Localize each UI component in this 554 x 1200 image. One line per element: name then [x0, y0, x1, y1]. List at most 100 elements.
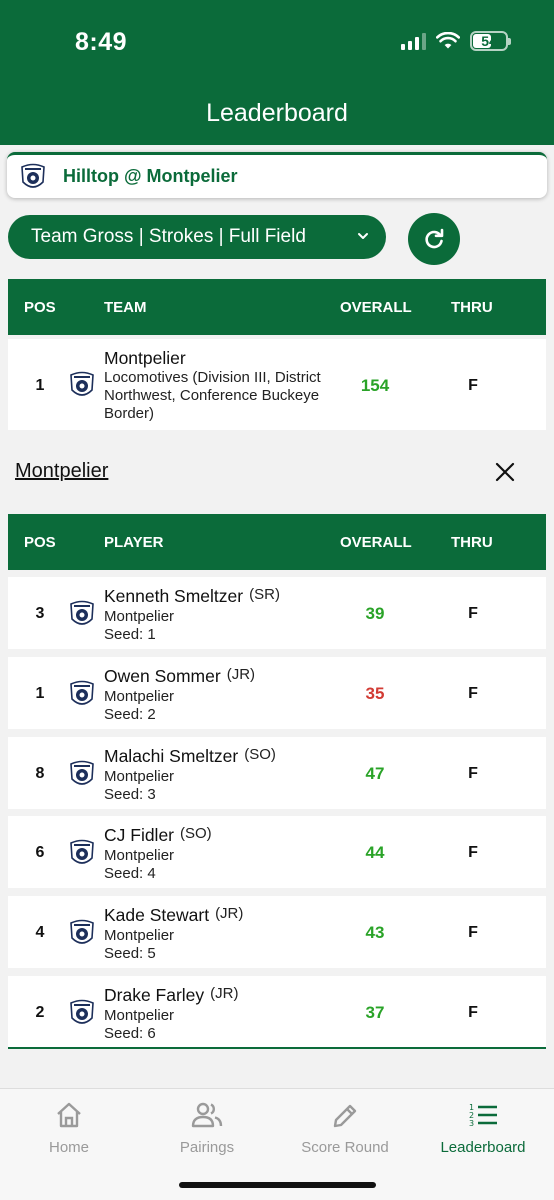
player-year: (SR)	[249, 586, 280, 603]
chevron-down-icon	[358, 233, 368, 239]
pencil-icon	[333, 1104, 357, 1128]
team-logo-icon	[70, 680, 94, 705]
match-card[interactable]: Hilltop @ Montpelier	[7, 152, 547, 198]
player-position: 8	[35, 765, 45, 782]
tab-label: Pairings	[179, 1139, 235, 1156]
player-info: Kenneth Smeltzer (SR) Montpelier Seed: 1	[104, 586, 344, 644]
player-year: (JR)	[226, 666, 256, 683]
player-seed: Seed: 4	[104, 865, 156, 882]
player-thru: F	[468, 765, 478, 782]
cellular-signal-icon	[401, 32, 426, 50]
team-logo-icon	[70, 600, 94, 625]
team-logo-icon	[70, 999, 94, 1024]
team-table-header: POS TEAM OVERALL THRU	[8, 279, 546, 335]
player-overall-score: 47	[365, 764, 385, 783]
player-name: Kenneth Smeltzer	[104, 586, 244, 606]
player-seed: Seed: 3	[104, 786, 156, 803]
player-name: Malachi Smeltzer	[104, 746, 239, 766]
player-position: 2	[35, 1004, 45, 1021]
team-info: Montpelier Locomotives (Division III, Di…	[104, 348, 344, 423]
player-row[interactable]: 4 Kade Stewart (JR) Montpelier Seed: 5 43…	[8, 896, 546, 968]
player-seed: Seed: 2	[104, 706, 156, 723]
player-position: 4	[35, 924, 45, 941]
player-thru: F	[468, 1004, 478, 1021]
scoring-filter-select[interactable]: Team Gross | Strokes | Full Field	[8, 215, 386, 259]
player-overall-score: 44	[365, 843, 385, 862]
player-name: Owen Sommer	[104, 666, 221, 686]
player-name: CJ Fidler	[104, 825, 175, 845]
player-team: Montpelier	[104, 768, 175, 785]
player-row[interactable]: 3 Kenneth Smeltzer (SR) Montpelier Seed: …	[8, 577, 546, 649]
refresh-button[interactable]	[408, 213, 460, 265]
team-logo-icon	[70, 371, 94, 396]
team-logo-icon	[70, 760, 94, 785]
team-logo-icon	[70, 839, 94, 864]
team-detail: Locomotives (Division III, District Nort…	[104, 369, 321, 422]
player-thru: F	[468, 844, 478, 861]
team-name: Montpelier	[104, 348, 186, 368]
team-thru: F	[468, 377, 478, 394]
tab-label: Score Round	[301, 1139, 389, 1156]
tab-pairings[interactable]: Pairings	[138, 1101, 276, 1156]
page-title: Leaderboard	[206, 99, 348, 127]
team-row[interactable]: 1 Montpelier Locomotives (Division III, …	[8, 339, 546, 430]
status-icons: 54	[401, 30, 511, 52]
header-overall: OVERALL	[340, 534, 412, 551]
player-team: Montpelier	[104, 847, 175, 864]
tab-label: Home	[48, 1139, 89, 1156]
status-time: 8:49	[75, 28, 128, 56]
tab-home[interactable]: Home	[0, 1101, 138, 1156]
player-overall-score: 35	[365, 684, 385, 703]
player-position: 1	[35, 685, 45, 702]
player-year: (JR)	[215, 905, 244, 922]
player-seed: Seed: 1	[104, 626, 156, 643]
team-logo-icon	[70, 919, 94, 944]
player-row[interactable]: 2 Drake Farley (JR) Montpelier Seed: 6 37…	[8, 976, 546, 1048]
player-info: Owen Sommer (JR) Montpelier Seed: 2	[104, 666, 344, 724]
player-row[interactable]: 8 Malachi Smeltzer (SO) Montpelier Seed: …	[8, 737, 546, 809]
tab-label: Leaderboard	[440, 1139, 526, 1156]
svg-text:3: 3	[469, 1119, 474, 1128]
player-position: 6	[35, 844, 45, 861]
wifi-icon	[436, 32, 460, 49]
player-info: CJ Fidler (SO) Montpelier Seed: 4	[104, 825, 344, 883]
player-seed: Seed: 6	[104, 1025, 156, 1042]
player-year: (SO)	[244, 746, 276, 763]
header-thru: THRU	[451, 534, 493, 551]
team-logo-icon	[21, 163, 45, 188]
header-pos: POS	[24, 534, 56, 551]
tab-score-round[interactable]: Score Round	[276, 1101, 414, 1156]
player-table-header: POS PLAYER OVERALL THRU	[8, 514, 546, 570]
header-pos: POS	[24, 299, 56, 316]
header-overall: OVERALL	[340, 299, 412, 316]
header-player: PLAYER	[104, 534, 164, 551]
player-thru: F	[468, 924, 478, 941]
team-position: 1	[35, 377, 45, 394]
player-overall-score: 37	[365, 1003, 385, 1022]
team-overall-score: 154	[360, 376, 390, 395]
player-row[interactable]: 6 CJ Fidler (SO) Montpelier Seed: 4 44 F	[8, 816, 546, 888]
header-team: TEAM	[104, 299, 147, 316]
tab-leaderboard[interactable]: 1 2 3 Leaderboard	[414, 1101, 552, 1156]
battery-indicator: 54	[470, 31, 511, 51]
player-overall-score: 39	[365, 604, 385, 623]
player-year: (JR)	[210, 985, 239, 1002]
scoring-filter-value: Team Gross | Strokes | Full Field	[31, 226, 306, 247]
header-thru: THRU	[451, 299, 493, 316]
player-name: Drake Farley	[104, 985, 205, 1005]
player-thru: F	[468, 605, 478, 622]
table-bottom-divider	[8, 1047, 546, 1049]
player-row[interactable]: 1 Owen Sommer (JR) Montpelier Seed: 2 35 …	[8, 657, 546, 729]
top-app-bar: 8:49 54 Leaderboard	[0, 0, 554, 145]
home-icon	[57, 1102, 81, 1128]
home-indicator	[179, 1182, 376, 1188]
team-section-link[interactable]: Montpelier	[15, 460, 108, 483]
player-position: 3	[35, 605, 45, 622]
close-icon[interactable]	[494, 461, 516, 483]
player-team: Montpelier	[104, 927, 175, 944]
player-info: Drake Farley (JR) Montpelier Seed: 6	[104, 985, 344, 1043]
player-thru: F	[468, 685, 478, 702]
player-team: Montpelier	[104, 1007, 175, 1024]
player-name: Kade Stewart	[104, 905, 210, 925]
match-title: Hilltop @ Montpelier	[63, 166, 238, 186]
